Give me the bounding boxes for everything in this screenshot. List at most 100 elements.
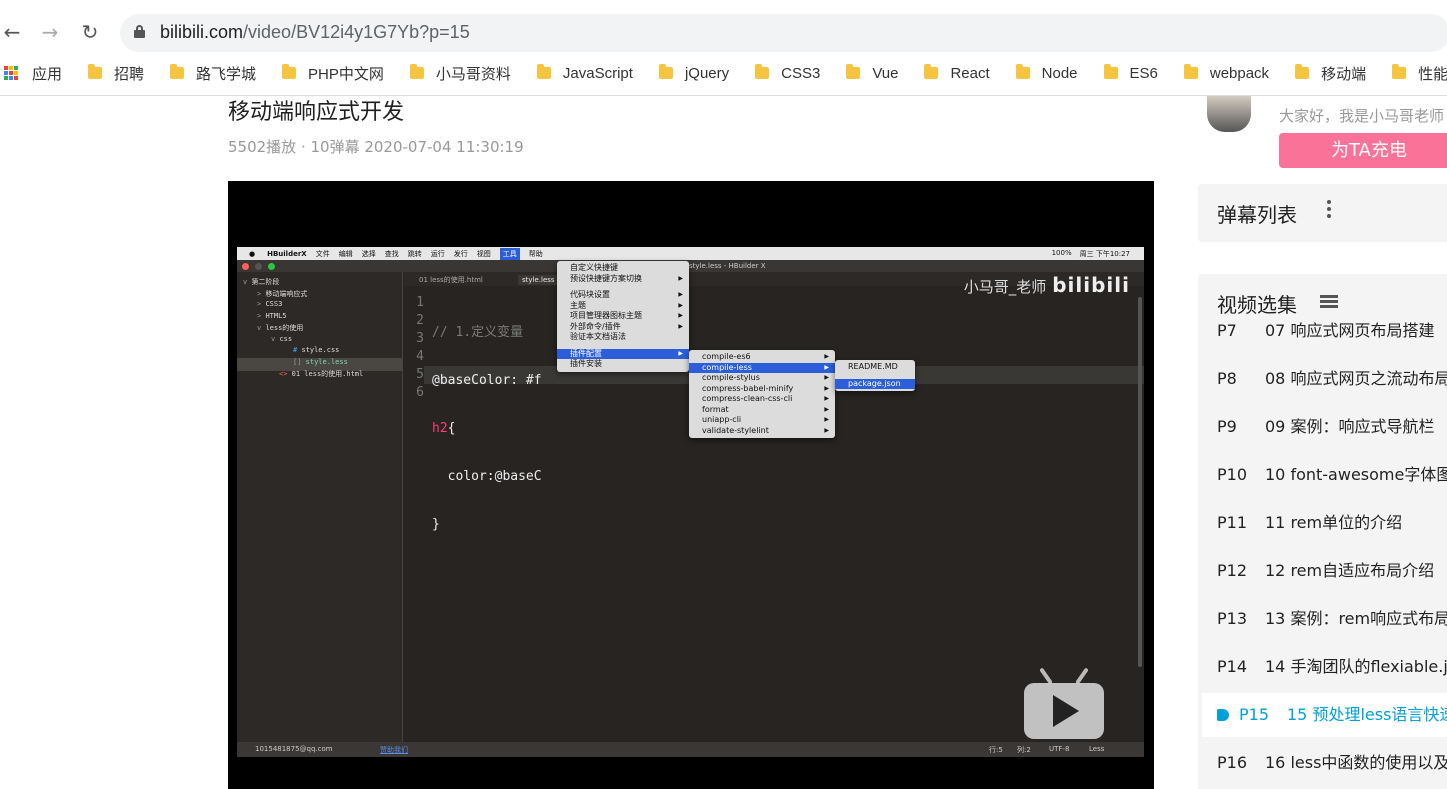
toolsMenu-item-3[interactable]: 主题 ▶ <box>557 301 689 312</box>
playlist-item-p8[interactable]: P8 08 响应式网页之流动布局 <box>1217 366 1447 392</box>
playlist-item-p9[interactable]: P9 09 案例：响应式导航栏 <box>1217 414 1434 440</box>
menu-item-label: 插件配置 <box>570 348 602 358</box>
code-line-3: h2{ <box>432 421 456 436</box>
tree-node-4[interactable]: v less的使用 <box>257 323 303 333</box>
pluginMenu-item-5[interactable]: format ▶ <box>689 405 835 416</box>
ide-menu-4[interactable]: 查找 <box>385 249 399 259</box>
playlist-item-p7[interactable]: P7 07 响应式网页布局搭建 <box>1217 318 1434 344</box>
bookmark-0[interactable]: 应用 <box>0 63 62 84</box>
toolsMenu-item-8[interactable]: 插件安装 <box>557 359 689 370</box>
battery-level: 100% <box>1051 249 1072 257</box>
bookmark-label: 应用 <box>32 65 63 83</box>
bookmark-7[interactable]: CSS3 <box>755 64 821 82</box>
danmaku-panel[interactable]: 弹幕列表 <box>1198 184 1447 242</box>
pluginMenu-item-1[interactable]: compile-less ▶ <box>689 362 835 373</box>
tree-node-5[interactable]: v css <box>271 335 292 343</box>
tree-node-8[interactable]: <> 01 less的使用.html <box>279 369 363 379</box>
tree-node-6[interactable]: # style.css <box>293 346 339 354</box>
ide-menu-7[interactable]: 发行 <box>454 249 468 259</box>
bookmark-8[interactable]: Vue <box>846 64 898 82</box>
bookmark-14[interactable]: 性能优化 <box>1392 63 1447 84</box>
tree-node-label: style.css <box>301 346 340 354</box>
channel-watermark: 小马哥_老师 bilibili <box>963 273 1130 297</box>
bookmark-label: CSS3 <box>781 64 821 82</box>
avatar[interactable] <box>1207 96 1251 132</box>
bookmark-13[interactable]: 移动端 <box>1295 63 1366 84</box>
toolsMenu-item-6[interactable]: 验证本文档语法 <box>557 332 689 343</box>
tree-node-label: HTML5 <box>265 311 287 320</box>
tree-node-7[interactable]: [] style.less <box>293 358 348 366</box>
ide-menu-10[interactable]: 帮助 <box>529 249 543 259</box>
bookmark-4[interactable]: 小马哥资料 <box>409 63 511 84</box>
code-editor[interactable]: // 1.定义变量 @baseColor: #f h2{ color:@base… <box>432 294 542 612</box>
episode-number: P10 <box>1217 465 1248 484</box>
lessMenu-item-1[interactable]: package.json <box>835 378 915 389</box>
tab-html[interactable]: 01 less的使用.html <box>419 275 483 285</box>
tree-node-1[interactable]: > 移动端响应式 <box>257 289 307 299</box>
address-bar[interactable]: bilibili.com/video/BV12i4y1G7Yb?p=15 <box>120 14 1447 52</box>
submenu-arrow-icon: ▶ <box>824 416 829 423</box>
bookmark-11[interactable]: ES6 <box>1103 64 1158 82</box>
bookmark-9[interactable]: React <box>924 64 990 82</box>
toolsMenu-item-1[interactable]: 预设快捷键方案切换 ▶ <box>557 274 689 285</box>
ide-menu-3[interactable]: 选择 <box>362 249 376 259</box>
playlist-item-p10[interactable]: P10 10 font-awesome字体图标 <box>1217 462 1447 488</box>
ide-menu-5[interactable]: 跳转 <box>408 249 422 259</box>
pluginMenu-item-0[interactable]: compile-es6 ▶ <box>689 352 835 363</box>
charge-button[interactable]: 为TA充电 <box>1279 133 1447 168</box>
pluginMenu-item-3[interactable]: compress-babel-minify ▶ <box>689 384 835 395</box>
less-plugin-menu: README.MD package.json <box>835 360 915 391</box>
more-options-icon[interactable] <box>1327 200 1331 221</box>
menu-item-label: format <box>702 404 729 414</box>
tree-node-3[interactable]: > HTML5 <box>257 312 287 320</box>
ide-menu-6[interactable]: 运行 <box>431 249 445 259</box>
play-button[interactable] <box>1024 667 1104 739</box>
pluginMenu-item-7[interactable]: validate-stylelint ▶ <box>689 426 835 437</box>
bookmark-2[interactable]: 路飞学城 <box>170 63 256 84</box>
list-view-icon[interactable] <box>1320 295 1338 309</box>
editor-scrollbar[interactable] <box>1138 297 1142 667</box>
bookmark-12[interactable]: webpack <box>1183 64 1269 82</box>
ide-menu-8[interactable]: 视图 <box>477 249 491 259</box>
status-sponsor-link[interactable]: 赞助我们 <box>380 745 408 755</box>
now-playing-icon <box>1217 709 1229 721</box>
tab-less[interactable]: style.less <box>518 275 559 285</box>
toolsMenu-item-5[interactable]: 外部命令/插件 ▶ <box>557 322 689 333</box>
tree-node-2[interactable]: > CSS3 <box>257 300 282 308</box>
pluginMenu-item-4[interactable]: compress-clean-css-cli ▶ <box>689 394 835 405</box>
bookmark-1[interactable]: 招聘 <box>88 63 144 84</box>
bookmark-6[interactable]: jQuery <box>658 64 729 82</box>
reload-icon[interactable]: ↻ <box>78 20 102 44</box>
ide-menu-9[interactable]: 工具 <box>499 247 520 260</box>
playlist-item-p16[interactable]: P16 16 less中函数的使用以及 <box>1217 750 1447 776</box>
bookmark-5[interactable]: JavaScript <box>536 64 633 82</box>
project-tree: v 第二阶段 > 移动端响应式 > CSS3 > HTML5 v less的使用 v cs… <box>237 272 403 742</box>
bookmark-3[interactable]: PHP中文网 <box>282 63 384 84</box>
forward-icon[interactable]: → <box>38 20 62 44</box>
playlist-item-p11[interactable]: P11 11 rem单位的介绍 <box>1217 510 1402 536</box>
folder-icon <box>1103 64 1118 79</box>
video-player[interactable]: ● HBuilderX 文件 编辑 选择 查找 跳转 运行 发行 视图 工具 帮助 100% 周三 下午1… <box>228 181 1154 789</box>
ide-menu-1[interactable]: 文件 <box>316 249 330 259</box>
ide-menu-0[interactable]: HBuilderX <box>267 250 307 258</box>
pluginMenu-item-2[interactable]: compile-stylus ▶ <box>689 373 835 384</box>
bookmark-10[interactable]: Node <box>1015 64 1078 82</box>
playlist-item-p14[interactable]: P14 14 手淘团队的flexiable.js <box>1217 654 1447 680</box>
lessMenu-item-0[interactable]: README.MD <box>835 362 915 373</box>
toolsMenu-item-4[interactable]: 项目管理器图标主题 ▶ <box>557 311 689 322</box>
toolsMenu-item-7[interactable]: 插件配置 ▶ <box>557 348 689 359</box>
toolsMenu-item-0[interactable]: 自定义快捷键 <box>557 263 689 274</box>
back-icon[interactable]: ← <box>0 20 24 44</box>
playlist-item-p13[interactable]: P13 13 案例：rem响应式布局 <box>1217 606 1447 632</box>
toolsMenu-item-2[interactable]: 代码块设置 ▶ <box>557 290 689 301</box>
submenu-arrow-icon: ▶ <box>678 274 683 282</box>
menu-item-label: validate-stylelint <box>702 425 769 435</box>
playlist-item-p15[interactable]: P15 15 预处理less语言快速入门 <box>1217 702 1447 728</box>
ide-menu-2[interactable]: 编辑 <box>339 249 353 259</box>
folder-icon <box>536 64 551 79</box>
menu-item-label: 预设快捷键方案切换 <box>570 273 642 283</box>
pluginMenu-item-6[interactable]: uniapp-cli ▶ <box>689 415 835 426</box>
tree-node-0[interactable]: v 第二阶段 <box>243 277 279 287</box>
playlist-item-p12[interactable]: P12 12 rem自适应布局介绍 <box>1217 558 1434 584</box>
status-col: 列:2 <box>1017 746 1031 754</box>
